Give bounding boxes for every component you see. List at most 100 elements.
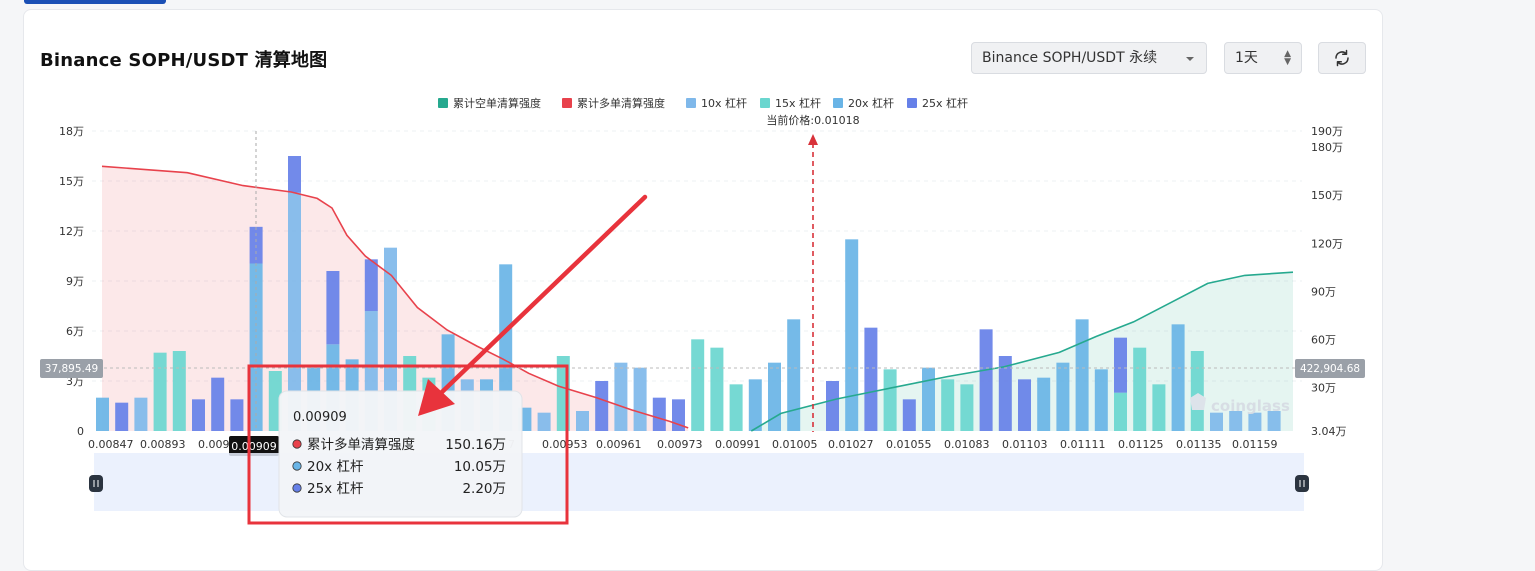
drag-handle-icon <box>1295 475 1309 492</box>
y-right-tick: 180万 <box>1311 141 1343 154</box>
watermark-text: coinglass <box>1211 397 1290 415</box>
y-left-tick: 15万 <box>59 175 84 188</box>
tooltip-marker <box>292 461 302 471</box>
tooltip-label: 累计多单清算强度 <box>307 436 415 453</box>
bar-lev25 <box>288 156 301 193</box>
tooltip-marker <box>292 439 302 449</box>
x-tick: 0.00991 <box>715 438 761 451</box>
bar-lev25 <box>364 259 378 311</box>
bar-lev20 <box>1037 377 1051 431</box>
legend-swatch <box>562 98 572 108</box>
tooltip-value: 150.16万 <box>445 437 506 453</box>
bar-lev10 <box>1248 412 1262 431</box>
bar-lev15 <box>941 379 955 431</box>
bar-lev15 <box>1152 384 1166 431</box>
x-tick: 0.01111 <box>1060 438 1106 451</box>
legend-swatch <box>907 98 917 108</box>
y-right-tick: 60万 <box>1311 334 1336 347</box>
bar-lev10 <box>537 412 551 431</box>
zoom-slider-track <box>94 453 1304 511</box>
y-left-tick: 0 <box>77 425 84 438</box>
bar-lev10 <box>1210 412 1223 431</box>
liquidation-chart[interactable]: 累计空单清算强度 累计多单清算强度 10x 杠杆 15x 杠杆 20x 杠杆 25x 杠杆… <box>0 0 1535 543</box>
legend-label: 累计空单清算强度 <box>453 96 541 110</box>
bar-lev10 <box>134 397 148 431</box>
x-tick: 0.00953 <box>542 438 588 451</box>
tooltip-label: 25x 杠杆 <box>307 481 364 497</box>
bar-lev10 <box>576 411 589 431</box>
bar-lev10 <box>633 367 647 431</box>
bar-lev15 <box>172 351 186 431</box>
crosshair-left-value: 37,895.49 <box>45 363 98 375</box>
bar-lev15 <box>691 339 705 431</box>
legend-label: 15x 杠杆 <box>775 96 821 110</box>
tooltip-label: 20x 杠杆 <box>307 459 364 475</box>
x-tick: 0.01027 <box>828 438 874 451</box>
bar-lev15 <box>1114 392 1127 431</box>
tooltip-value: 10.05万 <box>454 459 506 475</box>
current-price-arrow <box>808 134 818 145</box>
x-tick: 0.01055 <box>886 438 932 451</box>
legend-swatch <box>438 98 448 108</box>
bar-lev15 <box>883 369 897 431</box>
y-right-tick: 30万 <box>1311 382 1336 395</box>
bar-lev20 <box>922 367 935 431</box>
bar-lev20 <box>845 239 859 431</box>
legend-swatch <box>760 98 770 108</box>
crosshair-right-value: 422,904.68 <box>1300 363 1360 375</box>
legend-label: 10x 杠杆 <box>701 96 747 110</box>
x-tick: 0.01125 <box>1118 438 1164 451</box>
tooltip-marker <box>292 483 302 493</box>
y-left-tick: 12万 <box>59 225 84 238</box>
current-price-label: 当前价格:0.01018 <box>766 113 859 127</box>
bar-lev25 <box>864 327 878 431</box>
drag-handle-icon <box>89 475 103 492</box>
y-left-tick: 6万 <box>66 325 84 338</box>
bar-lev20 <box>1171 324 1185 431</box>
bar-lev25 <box>826 381 839 431</box>
y-right-tick: 90万 <box>1311 285 1336 298</box>
bar-lev25 <box>652 397 666 431</box>
y-left-tick: 9万 <box>66 275 84 288</box>
bar-lev25 <box>1018 379 1031 431</box>
bar-lev20 <box>1075 319 1089 431</box>
x-tick: 0.01135 <box>1176 438 1222 451</box>
legend-swatch <box>833 98 843 108</box>
legend-label: 20x 杠杆 <box>848 96 894 110</box>
bar-lev25 <box>211 377 225 431</box>
y-left-tick: 18万 <box>59 125 84 138</box>
x-tick: 0.01103 <box>1002 438 1048 451</box>
y-right-tick: 190万 <box>1311 125 1343 138</box>
bar-lev20 <box>1056 362 1070 431</box>
x-tick: 0.00973 <box>657 438 703 451</box>
legend-label: 25x 杠杆 <box>922 96 968 110</box>
x-tick: 0.01005 <box>772 438 818 451</box>
x-tick: 0.01159 <box>1232 438 1278 451</box>
x-tick: 0.01083 <box>944 438 990 451</box>
bar-lev20 <box>1094 369 1108 431</box>
bar-lev15 <box>729 384 743 431</box>
bar-lev15 <box>153 352 167 431</box>
bar-lev20 <box>96 397 109 431</box>
bar-lev10 <box>614 362 628 431</box>
bar-lev25 <box>115 402 129 431</box>
y-right-tick: 120万 <box>1311 237 1343 250</box>
bar-lev15 <box>1190 351 1204 431</box>
x-tick: 0.00961 <box>596 438 642 451</box>
bar-lev25 <box>326 271 340 345</box>
bar-lev20 <box>787 319 801 431</box>
legend-label: 累计多单清算强度 <box>577 96 665 110</box>
x-tick: 0.00847 <box>88 438 134 451</box>
legend-swatch <box>686 98 696 108</box>
y-right-tick: 150万 <box>1311 189 1343 202</box>
tooltip-price: 0.00909 <box>293 410 347 425</box>
bar-lev25 <box>230 399 244 431</box>
bar-lev25 <box>192 399 205 431</box>
bar-lev25 <box>979 329 993 431</box>
bar-lev15 <box>960 384 974 431</box>
bar-lev20 <box>748 379 762 431</box>
bar-lev25 <box>1114 337 1127 393</box>
bar-lev25 <box>595 381 609 431</box>
y-right-tick: 3.04万 <box>1311 425 1347 438</box>
x-tick: 0.00893 <box>140 438 186 451</box>
